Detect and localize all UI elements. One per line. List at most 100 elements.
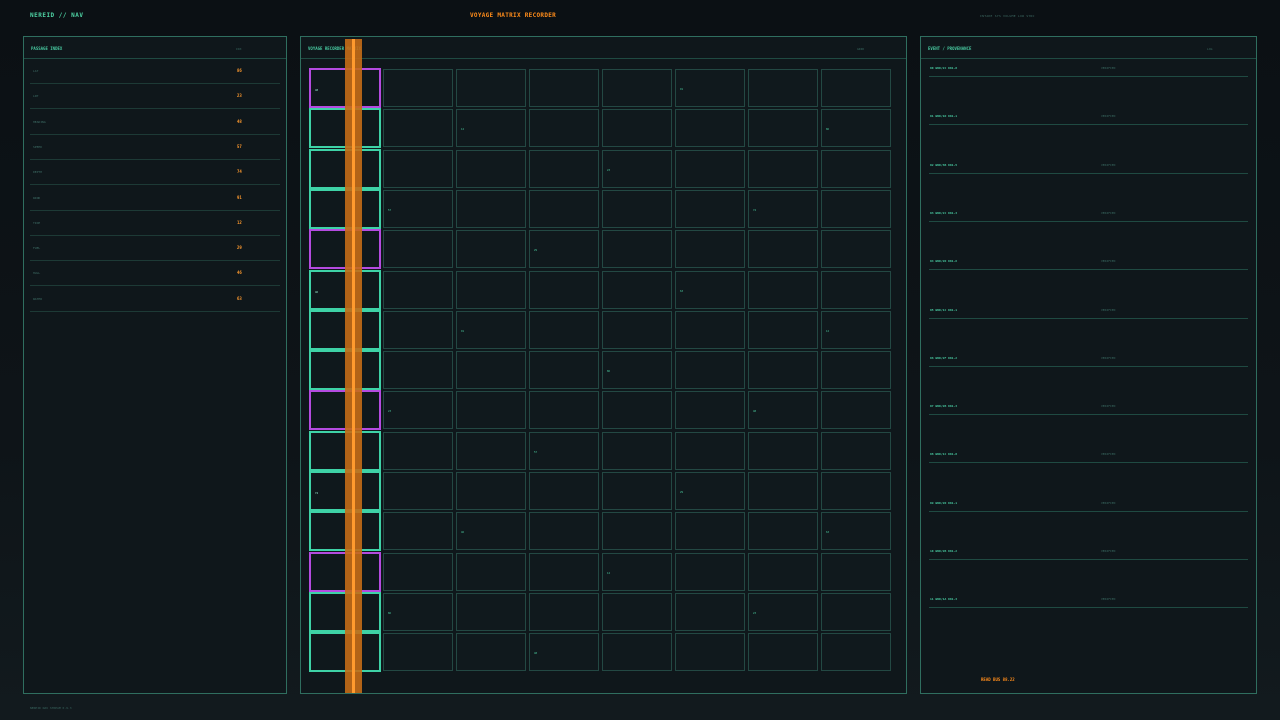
index-row[interactable]: WATER 63 bbox=[30, 287, 280, 312]
matrix-cell[interactable] bbox=[748, 633, 818, 672]
event-row[interactable]: 11 WRD/1A 001-3 VERIFIED bbox=[929, 597, 1248, 609]
matrix-cell[interactable] bbox=[748, 69, 818, 107]
matrix-cell[interactable] bbox=[675, 633, 745, 672]
matrix-cell[interactable] bbox=[748, 472, 818, 510]
matrix-cell[interactable] bbox=[383, 633, 453, 672]
matrix-cell[interactable] bbox=[529, 391, 599, 430]
event-row[interactable]: 01 WRD/1D 001-1 VERIFIED bbox=[929, 114, 1248, 126]
matrix-cell[interactable]: 63 bbox=[675, 270, 745, 309]
index-row[interactable]: HEADING 48 bbox=[30, 110, 280, 135]
matrix-cell[interactable] bbox=[602, 270, 672, 309]
matrix-cell[interactable]: 23 bbox=[383, 391, 453, 430]
index-row[interactable]: FUEL 29 bbox=[30, 236, 280, 262]
matrix-cell[interactable]: 48 bbox=[748, 391, 818, 430]
matrix-cell[interactable] bbox=[383, 431, 453, 470]
matrix-cell[interactable]: 29 bbox=[675, 472, 745, 510]
matrix-cell[interactable] bbox=[456, 552, 526, 591]
event-row[interactable]: 05 WRD/1C 001-1 VERIFIED bbox=[929, 308, 1248, 319]
matrix-cell[interactable] bbox=[602, 230, 672, 269]
index-row[interactable]: HULL 46 bbox=[30, 261, 280, 287]
matrix-cell[interactable] bbox=[821, 472, 891, 510]
matrix-cell[interactable] bbox=[456, 189, 526, 228]
event-row[interactable]: 09 WRD/2D 001-1 VERIFIED bbox=[929, 501, 1248, 512]
matrix-cell[interactable]: 12 bbox=[456, 109, 526, 148]
matrix-cell[interactable] bbox=[821, 270, 891, 309]
matrix-cell[interactable]: 23 bbox=[748, 592, 818, 631]
index-row[interactable]: TIDE 12 bbox=[30, 211, 280, 236]
matrix-cell[interactable] bbox=[748, 109, 818, 148]
matrix-cell[interactable] bbox=[529, 512, 599, 551]
matrix-cell[interactable] bbox=[675, 351, 745, 390]
matrix-cell[interactable]: 23 bbox=[602, 149, 672, 188]
matrix-cell[interactable] bbox=[456, 149, 526, 188]
matrix-cell[interactable] bbox=[529, 69, 599, 107]
matrix-cell[interactable] bbox=[383, 472, 453, 510]
index-row[interactable]: SPEED 57 bbox=[30, 135, 280, 160]
event-row[interactable]: 04 WRD/2D 001-6 VERIFIED bbox=[929, 259, 1248, 271]
matrix-cell[interactable] bbox=[529, 351, 599, 390]
event-row[interactable]: 08 WRD/1C 001-0 VERIFIED bbox=[929, 452, 1248, 464]
matrix-cell[interactable]: 57 bbox=[529, 431, 599, 470]
matrix-cell[interactable] bbox=[675, 149, 745, 188]
matrix-cell[interactable]: 91 bbox=[675, 69, 745, 107]
matrix-cell[interactable] bbox=[602, 391, 672, 430]
matrix-cell[interactable] bbox=[602, 189, 672, 228]
matrix-cell[interactable] bbox=[456, 69, 526, 107]
index-row[interactable]: DEPTH 74 bbox=[30, 160, 280, 186]
matrix-cell[interactable] bbox=[529, 270, 599, 309]
matrix-cell[interactable] bbox=[821, 351, 891, 390]
matrix-cell[interactable] bbox=[675, 592, 745, 631]
matrix-cell[interactable]: 74 bbox=[748, 189, 818, 228]
matrix-cell[interactable] bbox=[456, 431, 526, 470]
matrix-cell[interactable] bbox=[602, 633, 672, 672]
matrix-cell[interactable] bbox=[383, 230, 453, 269]
event-row[interactable]: 03 WRD/2C 001-3 VERIFIED bbox=[929, 211, 1248, 222]
matrix-cell[interactable] bbox=[821, 391, 891, 430]
matrix-cell[interactable] bbox=[456, 230, 526, 269]
matrix-cell[interactable] bbox=[821, 633, 891, 672]
index-row[interactable]: WIND 91 bbox=[30, 186, 280, 211]
matrix-cell[interactable] bbox=[456, 391, 526, 430]
matrix-cell[interactable] bbox=[675, 310, 745, 349]
event-row[interactable]: 02 WRD/3B 001-5 VERIFIED bbox=[929, 163, 1248, 174]
matrix-cell[interactable] bbox=[529, 109, 599, 148]
index-row[interactable]: LAT 86 bbox=[30, 59, 280, 84]
matrix-cell[interactable]: 63 bbox=[821, 512, 891, 551]
matrix-cell[interactable] bbox=[602, 472, 672, 510]
matrix-cell[interactable] bbox=[821, 149, 891, 188]
matrix-cell[interactable]: 12 bbox=[821, 310, 891, 349]
event-row[interactable]: 00 WRD/2C 001-0 VERIFIED bbox=[929, 66, 1248, 77]
matrix-cell[interactable] bbox=[821, 592, 891, 631]
matrix-cell[interactable] bbox=[748, 552, 818, 591]
matrix-cell[interactable]: 12 bbox=[602, 552, 672, 591]
matrix-cell[interactable]: 86 bbox=[383, 592, 453, 631]
event-row[interactable]: 10 WRD/2B 001-2 VERIFIED bbox=[929, 549, 1248, 560]
matrix-cell[interactable] bbox=[529, 149, 599, 188]
matrix-cell[interactable] bbox=[675, 552, 745, 591]
matrix-cell[interactable] bbox=[602, 431, 672, 470]
matrix-cell[interactable] bbox=[383, 109, 453, 148]
matrix-cell[interactable] bbox=[675, 230, 745, 269]
matrix-cell[interactable] bbox=[748, 230, 818, 269]
matrix-cell[interactable] bbox=[748, 149, 818, 188]
matrix-cell[interactable] bbox=[748, 351, 818, 390]
matrix-cell[interactable]: 86 bbox=[602, 351, 672, 390]
matrix-cell[interactable] bbox=[383, 512, 453, 551]
matrix-cell[interactable]: 48 bbox=[529, 633, 599, 672]
matrix-cell[interactable] bbox=[602, 109, 672, 148]
matrix-cell[interactable] bbox=[602, 310, 672, 349]
matrix-cell[interactable] bbox=[383, 310, 453, 349]
matrix-cell[interactable] bbox=[821, 69, 891, 107]
matrix-cell[interactable] bbox=[602, 512, 672, 551]
matrix-cell[interactable] bbox=[821, 230, 891, 269]
matrix-cell[interactable] bbox=[675, 189, 745, 228]
matrix-cell[interactable] bbox=[675, 109, 745, 148]
event-row[interactable]: 06 WRD/2F 001-2 VERIFIED bbox=[929, 356, 1248, 367]
matrix-cell[interactable] bbox=[456, 270, 526, 309]
matrix-cell[interactable]: 91 bbox=[456, 310, 526, 349]
matrix-cell[interactable] bbox=[529, 310, 599, 349]
matrix-cell[interactable] bbox=[529, 592, 599, 631]
matrix-cell[interactable] bbox=[675, 512, 745, 551]
matrix-cell[interactable] bbox=[456, 472, 526, 510]
matrix-cell[interactable] bbox=[602, 592, 672, 631]
